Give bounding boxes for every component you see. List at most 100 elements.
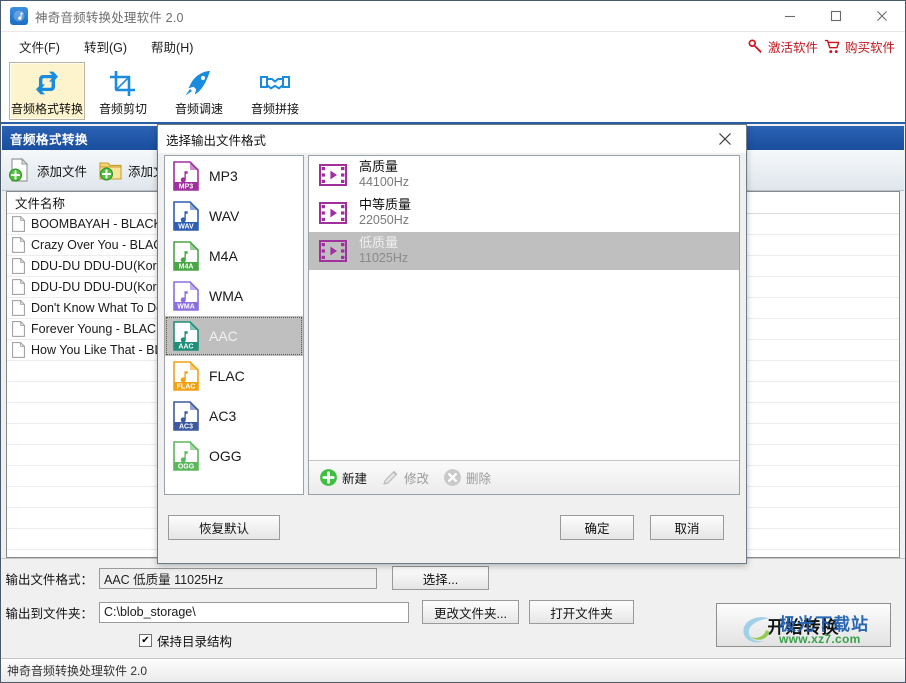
open-folder-button[interactable]: 打开文件夹 [529,600,634,624]
output-folder-row: 输出到文件夹： C:\blob_storage\ 更改文件夹... 打开文件夹 [1,600,634,624]
key-icon [747,38,764,55]
menu-goto[interactable]: 转到(G) [74,34,137,59]
format-item-m4a[interactable]: M4A M4A [165,236,303,276]
cross-circle-icon [443,468,462,487]
svg-text:FLAC: FLAC [177,383,196,390]
format-item-mp3[interactable]: MP3MP3 [165,156,303,196]
format-item-label: WMA [209,288,243,304]
tool-audio-cut-label: 音频剪切 [99,100,147,117]
format-item-label: M4A [209,248,238,264]
format-file-icon: M4A [173,241,199,271]
keep-structure-checkbox[interactable]: ✔ [139,634,152,647]
document-icon [12,300,25,316]
tool-audio-cut[interactable]: 音频剪切 [85,62,161,120]
start-convert-button[interactable]: 开始转换 [716,603,891,647]
svg-text:WAV: WAV [178,223,194,230]
quality-rate: 44100Hz [359,175,409,189]
quality-name: 中等质量 [359,198,411,213]
output-format-row: 输出文件格式： AAC 低质量 11025Hz 选择... [1,566,489,590]
document-icon [12,342,25,358]
quality-list[interactable]: 高质量44100Hz中等质量22050Hz低质量11025Hz [309,156,739,460]
add-document-icon [8,158,32,182]
dialog-body: MP3MP3 WAV WAV M4A M4A WMA WMA AAC AAC FLAC FLAC AC… [158,153,746,563]
menu-bar: 文件(F) 转到(G) 帮助(H) 激活软件 购买软件 [1,32,905,60]
activate-software-button[interactable]: 激活软件 [747,37,818,56]
quality-action-label: 删除 [466,468,491,487]
format-file-icon: AAC [173,321,199,351]
output-format-dialog: 选择输出文件格式 MP3MP3 WAV WAV M4A M4A WMA WMA AAC AAC F… [157,124,747,564]
pencil-icon [381,468,400,487]
change-folder-button[interactable]: 更改文件夹... [422,600,519,624]
format-file-icon: FLAC [173,361,199,391]
dialog-title-bar: 选择输出文件格式 [158,125,746,153]
tool-audio-convert[interactable]: 音频格式转换 [9,62,85,120]
format-item-label: AAC [209,328,238,344]
dialog-ok-button[interactable]: 确定 [560,515,634,540]
tool-audio-speed[interactable]: 音频调速 [161,62,237,120]
select-format-button[interactable]: 选择... [392,566,489,590]
tool-audio-merge[interactable]: 音频拼接 [237,62,313,120]
svg-text:AC3: AC3 [179,423,193,430]
quality-item-3[interactable]: 低质量11025Hz [309,232,739,270]
plus-circle-icon [319,468,338,487]
minimize-button[interactable] [767,1,813,32]
app-logo-icon [10,7,28,25]
document-icon [12,279,25,295]
title-bar: 神奇音频转换处理软件 2.0 [1,1,905,32]
buy-software-label: 购买软件 [845,37,895,56]
format-file-icon: WMA [173,281,199,311]
dialog-footer: 恢复默认 确定 取消 [158,501,746,563]
buy-software-button[interactable]: 购买软件 [824,37,895,56]
format-item-label: AC3 [209,408,236,424]
crop-icon [108,68,138,98]
format-item-label: WAV [209,208,239,224]
document-icon [12,258,25,274]
format-file-icon: AC3 [173,401,199,431]
format-file-icon: OGG [173,441,199,471]
status-bar: 神奇音频转换处理软件 2.0 [1,658,905,682]
document-icon [12,237,25,253]
quality-name: 低质量 [359,236,408,251]
tool-audio-speed-label: 音频调速 [175,100,223,117]
quality-item-1[interactable]: 高质量44100Hz [309,156,739,194]
quality-item-2[interactable]: 中等质量22050Hz [309,194,739,232]
film-play-icon [319,164,347,186]
dialog-close-button[interactable] [704,125,746,153]
restore-defaults-button[interactable]: 恢复默认 [168,515,280,540]
format-list[interactable]: MP3MP3 WAV WAV M4A M4A WMA WMA AAC AAC FLAC FLAC AC… [164,155,304,495]
close-button[interactable] [859,1,905,32]
keep-structure-label: 保持目录结构 [157,631,232,650]
format-file-icon: WAV [173,201,199,231]
format-item-aac[interactable]: AAC AAC [165,316,303,356]
format-item-flac[interactable]: FLAC FLAC [165,356,303,396]
quality-rate: 11025Hz [359,251,408,265]
quality-action-新建[interactable]: 新建 [319,468,367,487]
application-window: 神奇音频转换处理软件 2.0 文件(F) 转到(G) 帮助(H) 激活软件 [0,0,906,683]
output-format-label: 输出文件格式： [1,569,99,588]
menu-file[interactable]: 文件(F) [9,34,70,59]
add-file-button[interactable]: 添加文件 [8,158,87,182]
add-file-label: 添加文件 [37,161,87,180]
format-item-wav[interactable]: WAV WAV [165,196,303,236]
format-item-ogg[interactable]: OGG OGG [165,436,303,476]
file-name: Don't Know What To Do [31,301,163,315]
format-item-wma[interactable]: WMA WMA [165,276,303,316]
quality-rate: 22050Hz [359,213,411,227]
output-folder-label: 输出到文件夹： [1,603,99,622]
svg-text:M4A: M4A [179,263,194,270]
cart-icon [824,38,841,55]
main-toolbar: 音频格式转换 音频剪切 音频调速 [1,60,905,124]
dialog-title: 选择输出文件格式 [166,130,266,149]
format-item-label: OGG [209,448,242,464]
svg-text:MP3: MP3 [179,183,194,190]
document-icon [12,216,25,232]
format-item-label: FLAC [209,368,245,384]
convert-arrows-icon [32,68,62,98]
format-item-ac3[interactable]: AC3 AC3 [165,396,303,436]
dialog-cancel-button[interactable]: 取消 [650,515,724,540]
add-folder-icon [99,158,123,182]
keep-structure-row[interactable]: ✔ 保持目录结构 [139,631,232,650]
output-folder-input[interactable]: C:\blob_storage\ [99,602,409,623]
menu-help[interactable]: 帮助(H) [141,34,203,59]
maximize-button[interactable] [813,1,859,32]
